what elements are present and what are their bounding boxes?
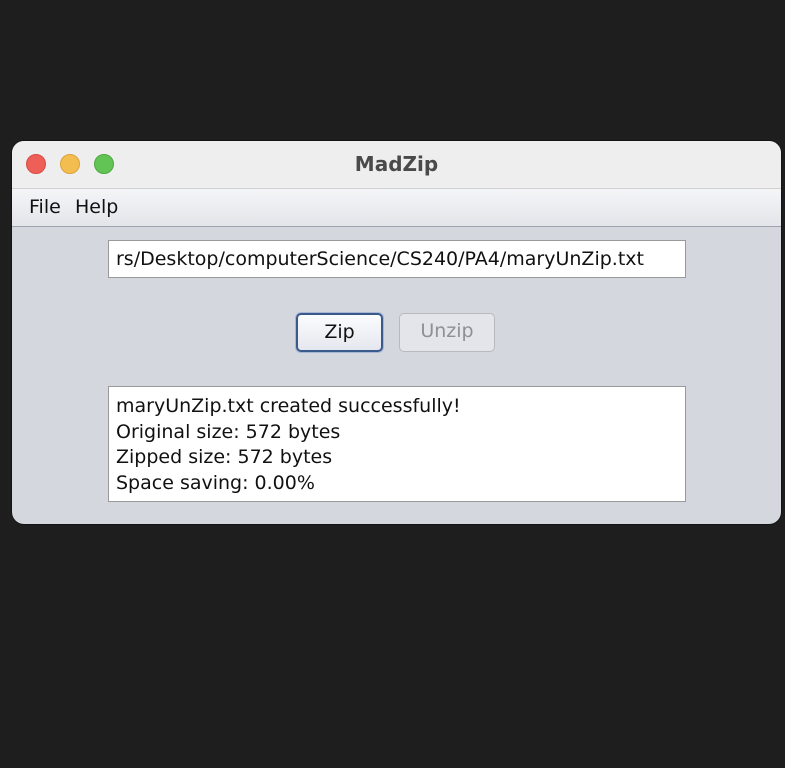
unzip-button[interactable]: Unzip [399,313,495,352]
window-title: MadZip [354,152,439,176]
output-line: maryUnZip.txt created successfully! [116,395,461,417]
output-text-area[interactable]: maryUnZip.txt created successfully! Orig… [108,386,686,502]
menu-help[interactable]: Help [75,189,118,226]
output-line: Zipped size: 572 bytes [116,446,333,468]
zip-button[interactable]: Zip [296,313,383,352]
output-line: Original size: 572 bytes [116,420,341,443]
title-bar[interactable]: MadZip [12,141,781,189]
madzip-window: MadZip File Help Zip Unzip maryUnZip.txt… [12,141,781,524]
output-line: Space saving: 0.00% [116,471,315,494]
file-path-input[interactable] [108,240,686,278]
menu-file[interactable]: File [29,189,61,226]
menu-bar: File Help [12,189,781,227]
